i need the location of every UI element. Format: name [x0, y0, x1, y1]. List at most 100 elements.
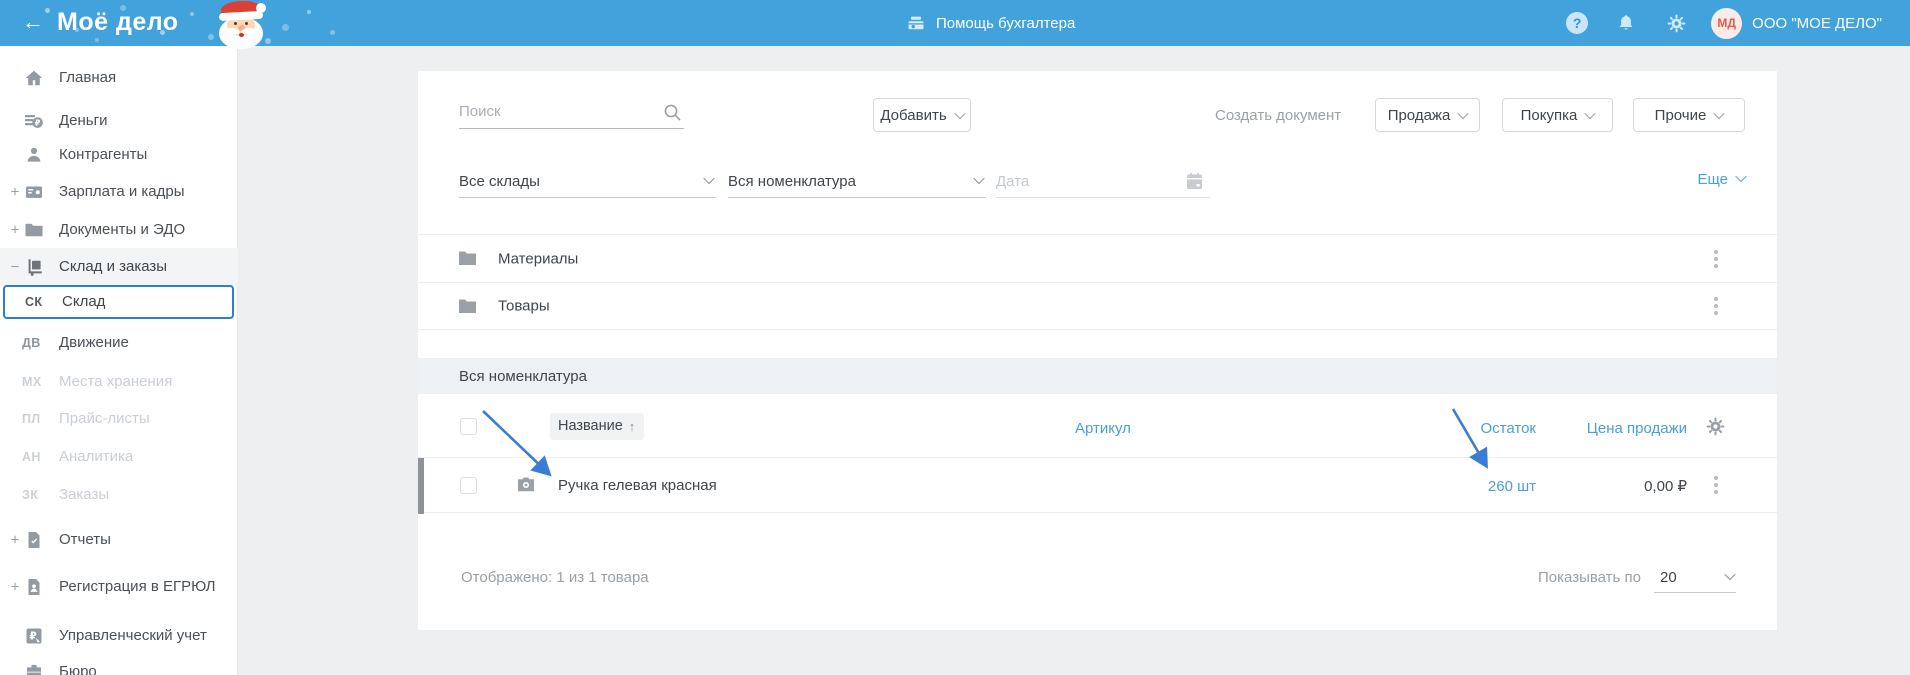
item-code: ЗК — [22, 488, 39, 502]
home-icon — [24, 68, 44, 88]
per-page-label: Показывать по — [1538, 569, 1641, 586]
purchase-button[interactable]: Покупка — [1502, 98, 1613, 132]
sidebar-item-bureau[interactable]: Бюро — [0, 653, 238, 675]
chevron-down-icon — [973, 172, 985, 185]
main-content-card: Добавить Создать документ Продажа Покупк… — [418, 71, 1777, 630]
sidebar-item-movement[interactable]: ДВ Движение — [0, 324, 238, 362]
reports-icon — [24, 530, 44, 550]
chevron-down-icon — [703, 172, 715, 185]
app-header: ← Моё дело Помощь бухгалтера ? МД ООО "М… — [0, 0, 1910, 49]
accountant-help-button[interactable]: Помощь бухгалтера — [906, 0, 1075, 46]
chevron-down-icon — [1724, 568, 1736, 581]
select-all-checkbox[interactable] — [460, 418, 477, 435]
row-menu-kebab-icon[interactable] — [1711, 294, 1721, 318]
table-header-row: Название ↑ Артикул Остаток Цена продажи — [418, 394, 1777, 457]
item-code: АН — [22, 450, 41, 464]
svg-text:₽: ₽ — [35, 119, 41, 128]
sidebar-item-warehouse[interactable]: − Склад и заказы — [0, 248, 238, 286]
sidebar-item-orders: ЗК Заказы — [22, 486, 110, 503]
more-filters-link[interactable]: Еще — [1697, 170, 1747, 188]
row-menu-kebab-icon[interactable] — [1711, 473, 1721, 497]
user-avatar[interactable]: МД — [1711, 7, 1743, 39]
annotation-arrows — [482, 408, 1488, 477]
sort-name-chip[interactable]: Название ↑ — [550, 413, 645, 440]
sale-button[interactable]: Продажа — [1375, 98, 1480, 132]
other-button[interactable]: Прочие — [1633, 98, 1745, 132]
item-code: ПЛ — [22, 412, 41, 426]
expand-plus-icon[interactable]: + — [8, 579, 22, 596]
sidebar-item-registration[interactable]: + Регистрация в ЕГРЮЛ — [0, 559, 238, 615]
documents-icon — [24, 220, 44, 240]
sidebar-item-management-accounting[interactable]: ₽ Управленческий учет — [0, 617, 238, 655]
settings-gear-icon[interactable] — [1666, 13, 1687, 34]
calendar-icon[interactable] — [1186, 172, 1203, 195]
collapse-minus-icon[interactable]: − — [8, 259, 22, 276]
registration-icon — [24, 577, 44, 597]
folder-icon — [458, 298, 477, 320]
sidebar-item-main[interactable]: Главная — [0, 59, 238, 97]
bureau-icon — [24, 662, 44, 675]
table-settings-gear-icon[interactable] — [1705, 416, 1726, 442]
add-button[interactable]: Добавить — [873, 98, 971, 132]
date-filter-input[interactable] — [996, 166, 1210, 198]
chevron-down-icon — [1584, 107, 1597, 120]
per-page-select[interactable]: 20 — [1654, 563, 1736, 593]
column-header-sku[interactable]: Артикул — [1075, 420, 1131, 437]
chevron-down-icon — [1713, 107, 1726, 120]
expand-plus-icon[interactable]: + — [8, 532, 22, 549]
folder-row-goods[interactable]: Товары — [418, 282, 1777, 330]
folder-row-materials[interactable]: Материалы — [418, 234, 1777, 282]
sidebar-item-money[interactable]: ₽ Деньги — [0, 102, 238, 140]
section-header: Вся номенклатура — [418, 358, 1777, 394]
item-code: ДВ — [22, 336, 41, 350]
sidebar-item-contractors[interactable]: Контрагенты — [0, 136, 238, 174]
header-right-group: ? МД ООО "МОЕ ДЕЛО" — [1566, 0, 1882, 46]
help-icon[interactable]: ? — [1566, 12, 1589, 34]
notifications-bell-icon[interactable] — [1616, 13, 1636, 33]
nomenclature-filter-select[interactable]: Вся номенклатура — [728, 166, 986, 198]
contractors-icon — [24, 145, 44, 165]
column-header-price[interactable]: Цена продажи — [1568, 420, 1687, 437]
expand-plus-icon[interactable]: + — [8, 184, 22, 201]
warehouse-icon — [24, 257, 44, 277]
shown-count-label: Отображено: 1 из 1 товара — [461, 569, 649, 586]
cash-desk-icon — [906, 13, 926, 33]
sidebar-item-reports[interactable]: + Отчеты — [0, 521, 238, 559]
row-checkbox[interactable] — [460, 477, 477, 494]
sort-asc-icon: ↑ — [628, 418, 636, 434]
back-arrow-icon[interactable]: ← — [22, 9, 44, 35]
salary-icon — [24, 182, 44, 202]
expand-plus-icon[interactable]: + — [8, 222, 22, 239]
management-icon: ₽ — [24, 626, 44, 646]
row-menu-kebab-icon[interactable] — [1711, 247, 1721, 271]
chevron-down-icon — [1457, 107, 1469, 120]
chevron-down-icon — [1735, 170, 1747, 183]
product-stock-link[interactable]: 260 шт — [1418, 478, 1536, 495]
svg-text:₽: ₽ — [29, 631, 36, 643]
product-price: 0,00 ₽ — [1644, 478, 1687, 495]
santa-illustration — [214, 0, 268, 53]
company-name[interactable]: ООО "МОЕ ДЕЛО" — [1752, 15, 1882, 32]
create-document-label: Создать документ — [1215, 107, 1342, 124]
search-icon[interactable] — [663, 103, 682, 127]
folder-icon — [458, 250, 477, 272]
chevron-down-icon — [953, 107, 966, 120]
sidebar-item-documents[interactable]: + Документы и ЭДО — [0, 211, 238, 249]
sidebar-item-storage-places: МХ Места хранения — [22, 373, 173, 390]
table-row[interactable]: Ручка гелевая красная 260 шт 0,00 ₽ — [418, 457, 1777, 514]
row-selection-marker — [418, 458, 424, 514]
search-input[interactable] — [459, 95, 684, 129]
accountant-help-label: Помощь бухгалтера — [936, 14, 1076, 32]
item-code: МХ — [22, 375, 42, 389]
item-code: СК — [25, 295, 43, 309]
sidebar-nav: Главная ₽ Деньги Контрагенты + Зарплата … — [0, 46, 238, 675]
sidebar-item-salary[interactable]: + Зарплата и кадры — [0, 173, 238, 211]
sidebar-item-analytics: АН Аналитика — [22, 448, 134, 465]
sidebar-item-warehouse-stock[interactable]: СК Склад — [3, 285, 234, 319]
product-name[interactable]: Ручка гелевая красная — [558, 477, 717, 494]
photo-placeholder-icon — [517, 477, 535, 497]
sidebar-item-price-lists: ПЛ Прайс-листы — [22, 410, 150, 427]
column-header-stock[interactable]: Остаток — [1418, 420, 1537, 437]
section-title: Вся номенклатура — [459, 367, 587, 385]
warehouse-filter-select[interactable]: Все склады — [459, 166, 716, 198]
